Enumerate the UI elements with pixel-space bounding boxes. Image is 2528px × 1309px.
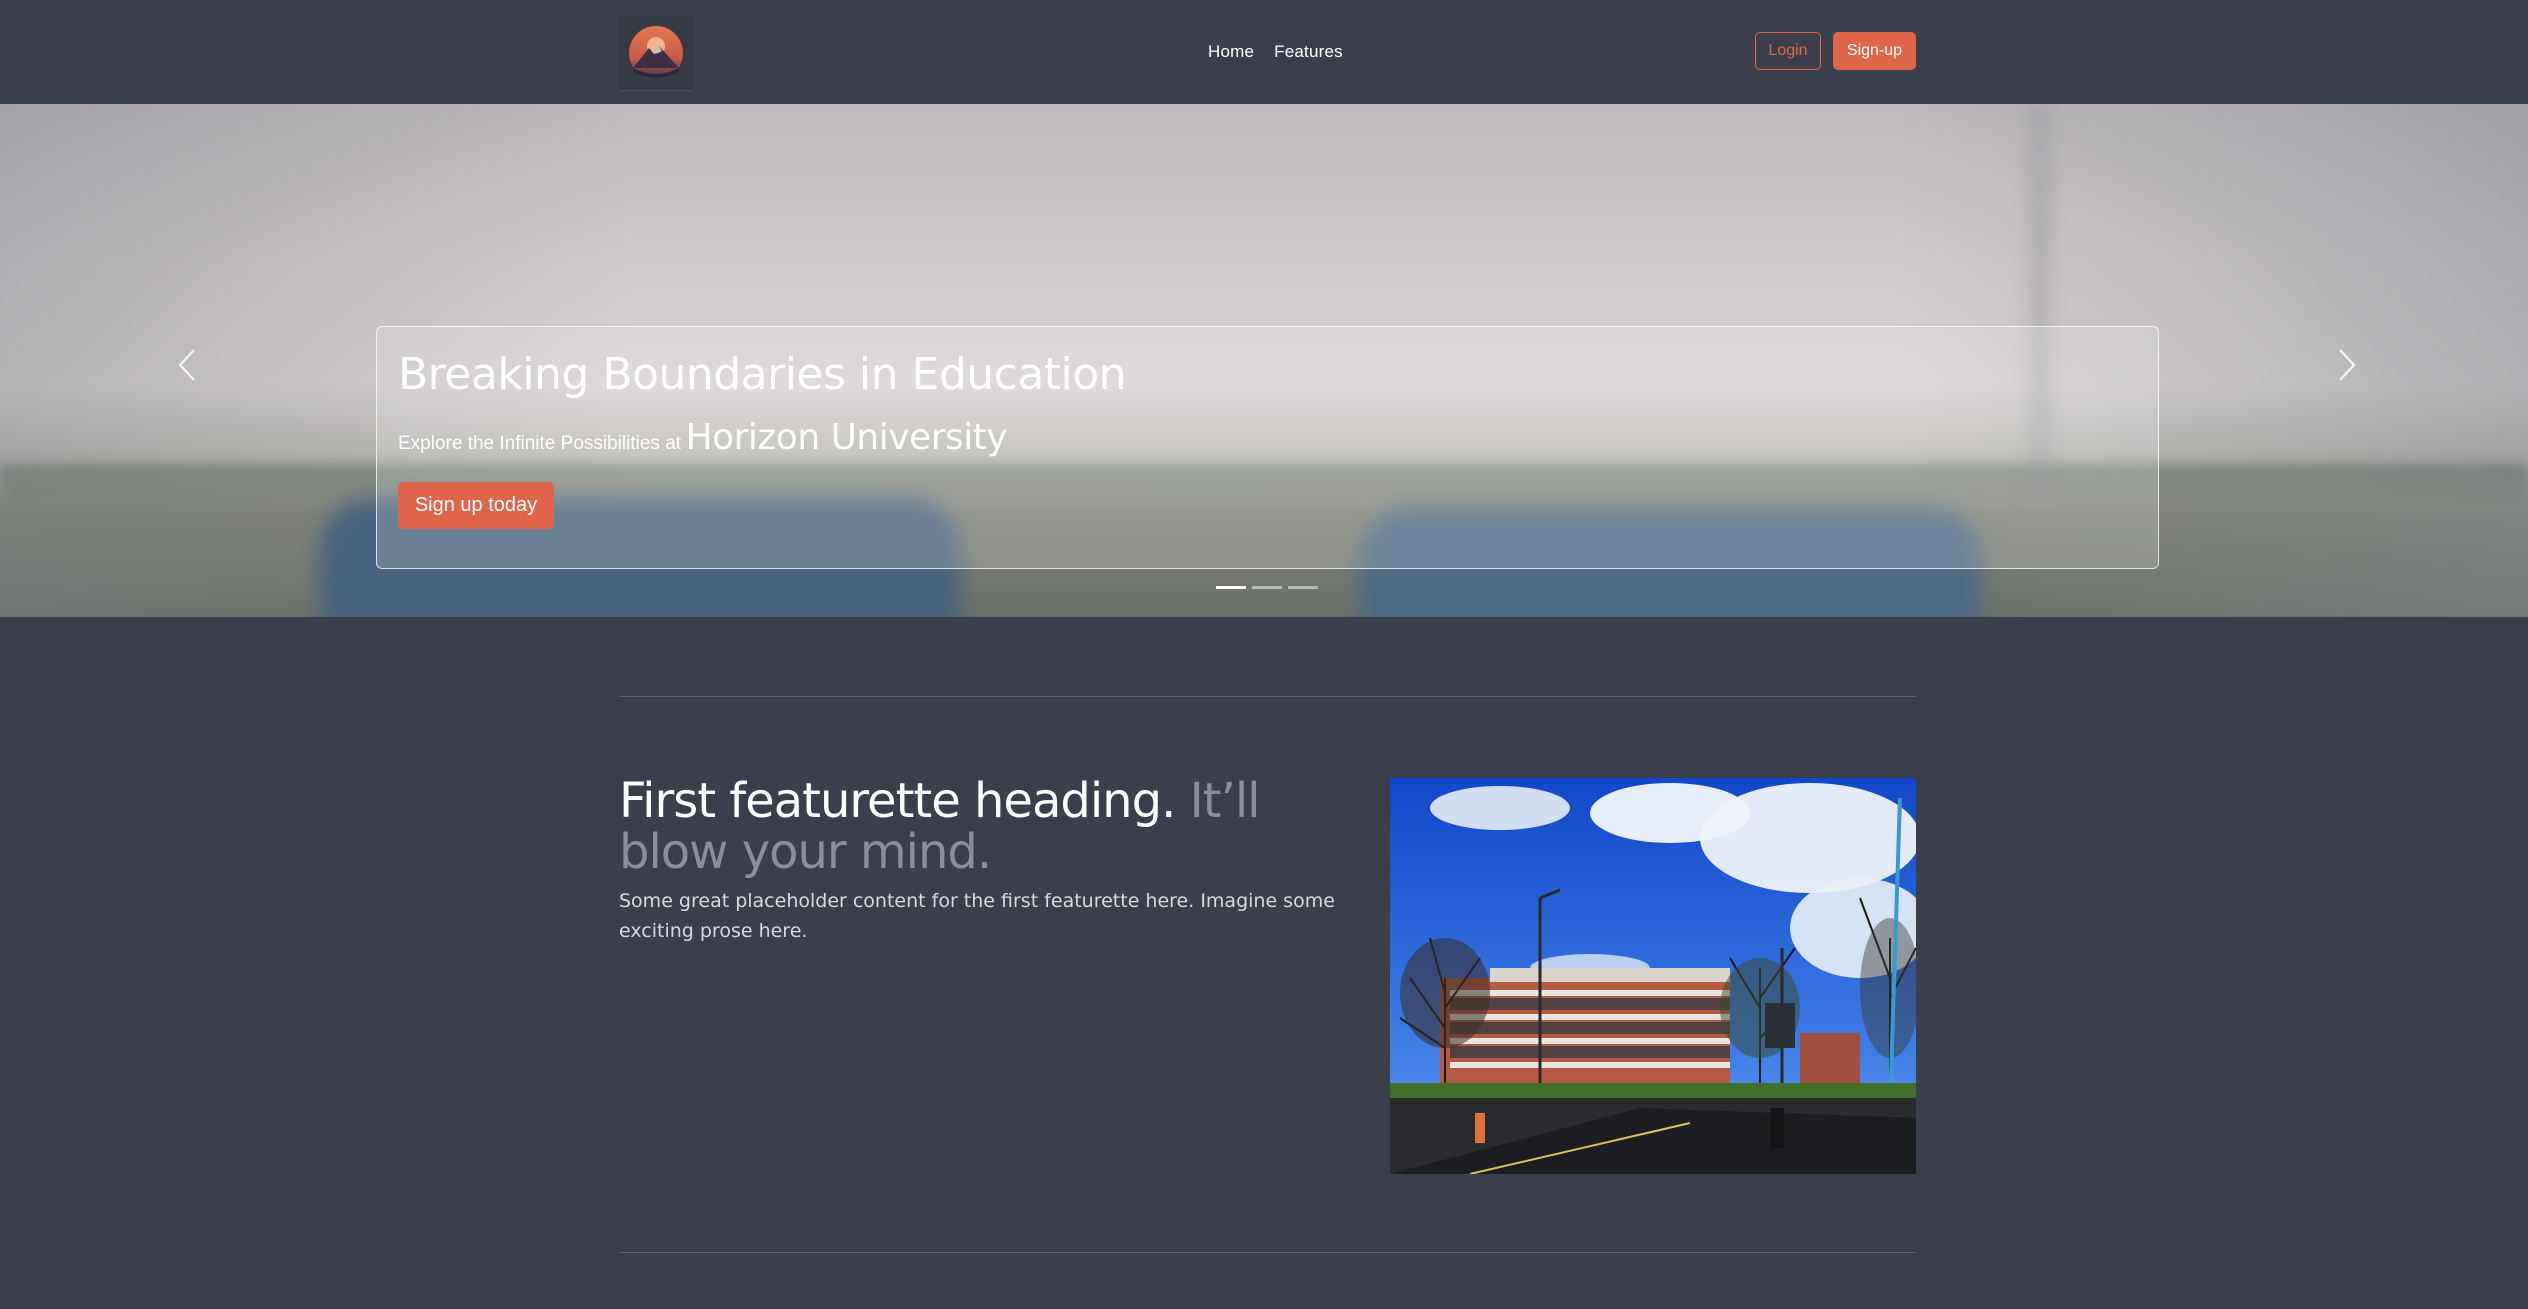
- featurette-campus-image: [1390, 778, 1916, 1174]
- chevron-left-icon: [178, 349, 195, 381]
- featurette-text: Some great placeholder content for the f…: [619, 890, 1335, 942]
- chevron-right-icon: [2339, 349, 2356, 381]
- featurette-divider: [619, 696, 1916, 697]
- university-name: Horizon University: [685, 417, 1008, 458]
- signup-today-button[interactable]: Sign up today: [398, 482, 554, 529]
- navbar: Home Features Login Sign-up: [0, 0, 2528, 104]
- hero-title: Breaking Boundaries in Education: [398, 349, 1127, 400]
- nav-features-link[interactable]: Features: [1274, 42, 1343, 62]
- carousel-indicators: [1216, 586, 1318, 589]
- login-button[interactable]: Login: [1755, 32, 1821, 70]
- featurette-heading: First featurette heading. It’ll blow you…: [619, 776, 1319, 878]
- signup-button[interactable]: Sign-up: [1833, 32, 1916, 70]
- carousel-prev-button[interactable]: [172, 340, 202, 390]
- carousel-indicator-3[interactable]: [1288, 586, 1318, 589]
- hero-subtitle-prefix: Explore the Infinite Possibilities at: [398, 433, 682, 454]
- featurette-divider-bottom: [619, 1252, 1916, 1253]
- carousel-caption: Breaking Boundaries in Education Explore…: [376, 326, 2159, 569]
- hero-subtitle: Explore the Infinite Possibilities at Ho…: [398, 417, 1008, 458]
- carousel-indicator-2[interactable]: [1252, 586, 1282, 589]
- mountain-sunset-logo-icon: [629, 26, 683, 80]
- logo[interactable]: [619, 16, 693, 91]
- main-nav: Home Features: [1208, 36, 1343, 68]
- featurette-heading-main: First featurette heading.: [619, 773, 1176, 829]
- nav-home-link[interactable]: Home: [1208, 42, 1254, 62]
- hero-carousel: Breaking Boundaries in Education Explore…: [0, 104, 2528, 617]
- carousel-indicator-1[interactable]: [1216, 586, 1246, 589]
- carousel-next-button[interactable]: [2332, 340, 2362, 390]
